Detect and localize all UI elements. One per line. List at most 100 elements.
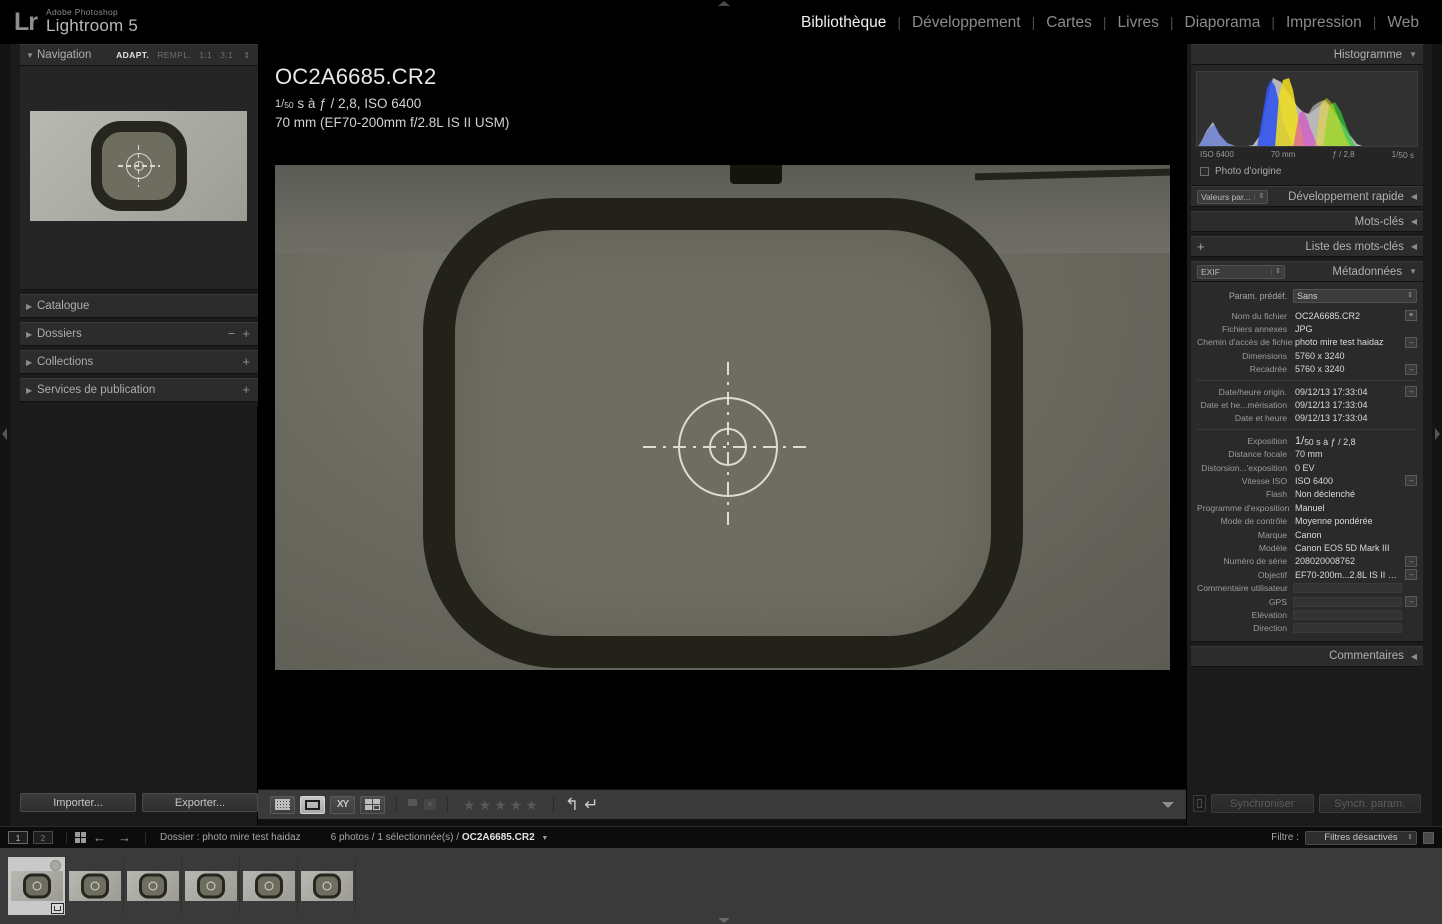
sidebar-item-catalogue[interactable]: ▶ Catalogue <box>20 294 258 318</box>
grid-view-icon[interactable] <box>75 832 87 843</box>
original-photo-checkbox[interactable] <box>1200 167 1209 176</box>
filmstrip-collapse-arrow-icon[interactable] <box>716 918 732 924</box>
survey-view-button[interactable] <box>360 796 385 814</box>
chevron-right-icon[interactable]: ▶ <box>26 302 37 311</box>
flag-pick-icon[interactable] <box>408 799 419 810</box>
module-diaporama[interactable]: Diaporama <box>1174 14 1272 32</box>
flag-reject-icon[interactable]: × <box>424 799 436 810</box>
add-folder-button[interactable]: + <box>242 329 250 339</box>
sidebar-item-dossiers[interactable]: ▶ Dossiers − + <box>20 322 258 346</box>
metadata-view-select[interactable]: EXIF ⇕ <box>1197 265 1285 279</box>
navigator-panel-header[interactable]: ▼ Navigation ADAPT. REMPL. 1:1 3:1 ⇕ <box>20 44 258 66</box>
toolbar-options-caret-icon[interactable] <box>1162 802 1174 808</box>
metadata-row-action[interactable]: → <box>1405 569 1417 580</box>
module-developpement[interactable]: Développement <box>901 14 1032 32</box>
metadata-row-action[interactable]: → <box>1405 556 1417 567</box>
chevron-right-icon[interactable]: ▶ <box>26 358 37 367</box>
filter-toggle-button[interactable] <box>1423 832 1434 844</box>
loupe-view-button[interactable] <box>300 796 325 814</box>
metadata-value-input[interactable] <box>1293 583 1402 593</box>
zoom-level-fit[interactable]: ADAPT. <box>116 50 149 60</box>
add-keyword-button[interactable]: + <box>1197 241 1205 252</box>
rotate-left-icon[interactable]: ↰ <box>565 796 579 813</box>
chevron-left-icon[interactable]: ◀ <box>1411 192 1417 201</box>
chevron-right-icon[interactable]: ▶ <box>26 386 37 395</box>
right-panel-collapse-handle[interactable] <box>1432 44 1442 826</box>
metadata-preset-select[interactable]: Sans ⇕ <box>1293 289 1417 303</box>
left-panel-collapse-handle[interactable] <box>0 44 10 826</box>
zoom-level-fill[interactable]: REMPL. <box>157 50 191 60</box>
screen-2-button[interactable]: 2 <box>33 831 53 844</box>
zoom-level-1-1[interactable]: 1:1 <box>199 50 212 60</box>
module-bibliotheque[interactable]: Bibliothèque <box>790 14 897 32</box>
comments-panel-header[interactable]: Commentaires ◀ <box>1191 646 1423 667</box>
chevron-right-icon[interactable]: ▶ <box>26 330 37 339</box>
export-button[interactable]: Exporter... <box>142 793 258 812</box>
sidebar-item-publish-services[interactable]: ▶ Services de publication + <box>20 378 258 402</box>
histogram-panel-header[interactable]: Histogramme ▼ <box>1191 44 1423 65</box>
histogram-plot[interactable] <box>1196 71 1418 147</box>
metadata-row-action[interactable]: → <box>1405 386 1417 397</box>
chevron-down-icon[interactable]: ▼ <box>1409 50 1417 59</box>
next-photo-arrow-icon[interactable]: → <box>118 830 131 845</box>
chevron-left-icon[interactable]: ◀ <box>1411 652 1417 661</box>
metadata-row-action[interactable]: → <box>1405 337 1417 348</box>
metadata-row-action[interactable]: → <box>1405 475 1417 486</box>
metadata-row-action[interactable]: → <box>1405 364 1417 375</box>
synchronize-button[interactable]: Synchroniser <box>1211 794 1314 813</box>
metadata-value-input[interactable] <box>1293 610 1402 620</box>
metadata-value-input[interactable] <box>1293 597 1402 607</box>
filter-select[interactable]: Filtres désactivés ⇕ <box>1305 831 1417 845</box>
navigator-thumbnail[interactable] <box>30 111 247 221</box>
grid-view-button[interactable] <box>270 796 295 814</box>
keywords-panel-header[interactable]: Mots-clés ◀ <box>1191 211 1423 232</box>
metadata-value[interactable]: OC2A6685.CR2 <box>1293 311 1402 321</box>
original-photo-row[interactable]: Photo d'origine <box>1196 160 1418 177</box>
star-3[interactable]: ★ <box>494 798 507 812</box>
keyword-list-panel-header[interactable]: + Liste des mots-clés ◀ <box>1191 236 1423 257</box>
rotate-right-icon[interactable]: ↵ <box>584 796 598 813</box>
screen-1-button[interactable]: 1 <box>8 831 28 844</box>
sync-settings-button[interactable]: Synch. param. <box>1319 794 1422 813</box>
filmstrip-thumbnail-6[interactable] <box>298 857 356 915</box>
previous-photo-arrow-icon[interactable]: ← <box>93 830 106 845</box>
zoom-stepper-icon[interactable]: ⇕ <box>243 52 250 59</box>
metadata-value[interactable]: 09/12/13 17:33:04 <box>1293 387 1402 397</box>
metadata-row-action[interactable]: ≡ <box>1405 310 1417 321</box>
thumbnail-develop-badge-icon[interactable] <box>51 903 64 914</box>
star-2[interactable]: ★ <box>479 798 492 812</box>
sidebar-item-collections[interactable]: ▶ Collections + <box>20 350 258 374</box>
filmstrip-thumbnail-5[interactable] <box>240 857 298 915</box>
filmstrip-thumbnail-4[interactable] <box>182 857 240 915</box>
top-panel-toggle-arrow[interactable] <box>716 0 732 7</box>
compare-view-button[interactable]: XY <box>330 796 355 814</box>
metadata-row-action[interactable]: → <box>1405 596 1417 607</box>
import-button[interactable]: Importer... <box>20 793 136 812</box>
navigator-preview[interactable] <box>20 66 258 290</box>
module-cartes[interactable]: Cartes <box>1035 14 1103 32</box>
quick-develop-preset-select[interactable]: Valeurs par... ⇕ <box>1197 190 1268 204</box>
metadata-panel-header[interactable]: EXIF ⇕ Métadonnées ▼ <box>1191 261 1423 282</box>
chevron-down-icon[interactable]: ▼ <box>541 835 548 842</box>
add-publish-service-button[interactable]: + <box>242 385 250 395</box>
chevron-left-icon[interactable]: ◀ <box>1411 217 1417 226</box>
chevron-down-icon[interactable]: ▼ <box>1409 267 1417 276</box>
quick-develop-panel-header[interactable]: Valeurs par... ⇕ Développement rapide ◀ <box>1191 186 1423 207</box>
filmstrip-thumbnail-1[interactable] <box>8 857 66 915</box>
filmstrip-thumbnail-2[interactable] <box>66 857 124 915</box>
star-4[interactable]: ★ <box>510 798 523 812</box>
module-web[interactable]: Web <box>1376 14 1430 32</box>
remove-folder-button[interactable]: − <box>228 329 236 339</box>
source-folder-label[interactable]: Dossier : photo mire test haidaz <box>160 832 301 843</box>
star-1[interactable]: ★ <box>463 798 476 812</box>
chevron-down-icon[interactable]: ▼ <box>26 51 37 60</box>
module-livres[interactable]: Livres <box>1107 14 1170 32</box>
metadata-value-input[interactable] <box>1293 623 1402 633</box>
sync-mode-toggle-icon[interactable] <box>1193 795 1206 812</box>
filmstrip-thumbnail-3[interactable] <box>124 857 182 915</box>
zoom-level-3-1[interactable]: 3:1 <box>220 50 233 60</box>
star-5[interactable]: ★ <box>525 798 538 812</box>
module-impression[interactable]: Impression <box>1275 14 1373 32</box>
loupe-photo[interactable] <box>275 165 1170 670</box>
add-collection-button[interactable]: + <box>242 357 250 367</box>
